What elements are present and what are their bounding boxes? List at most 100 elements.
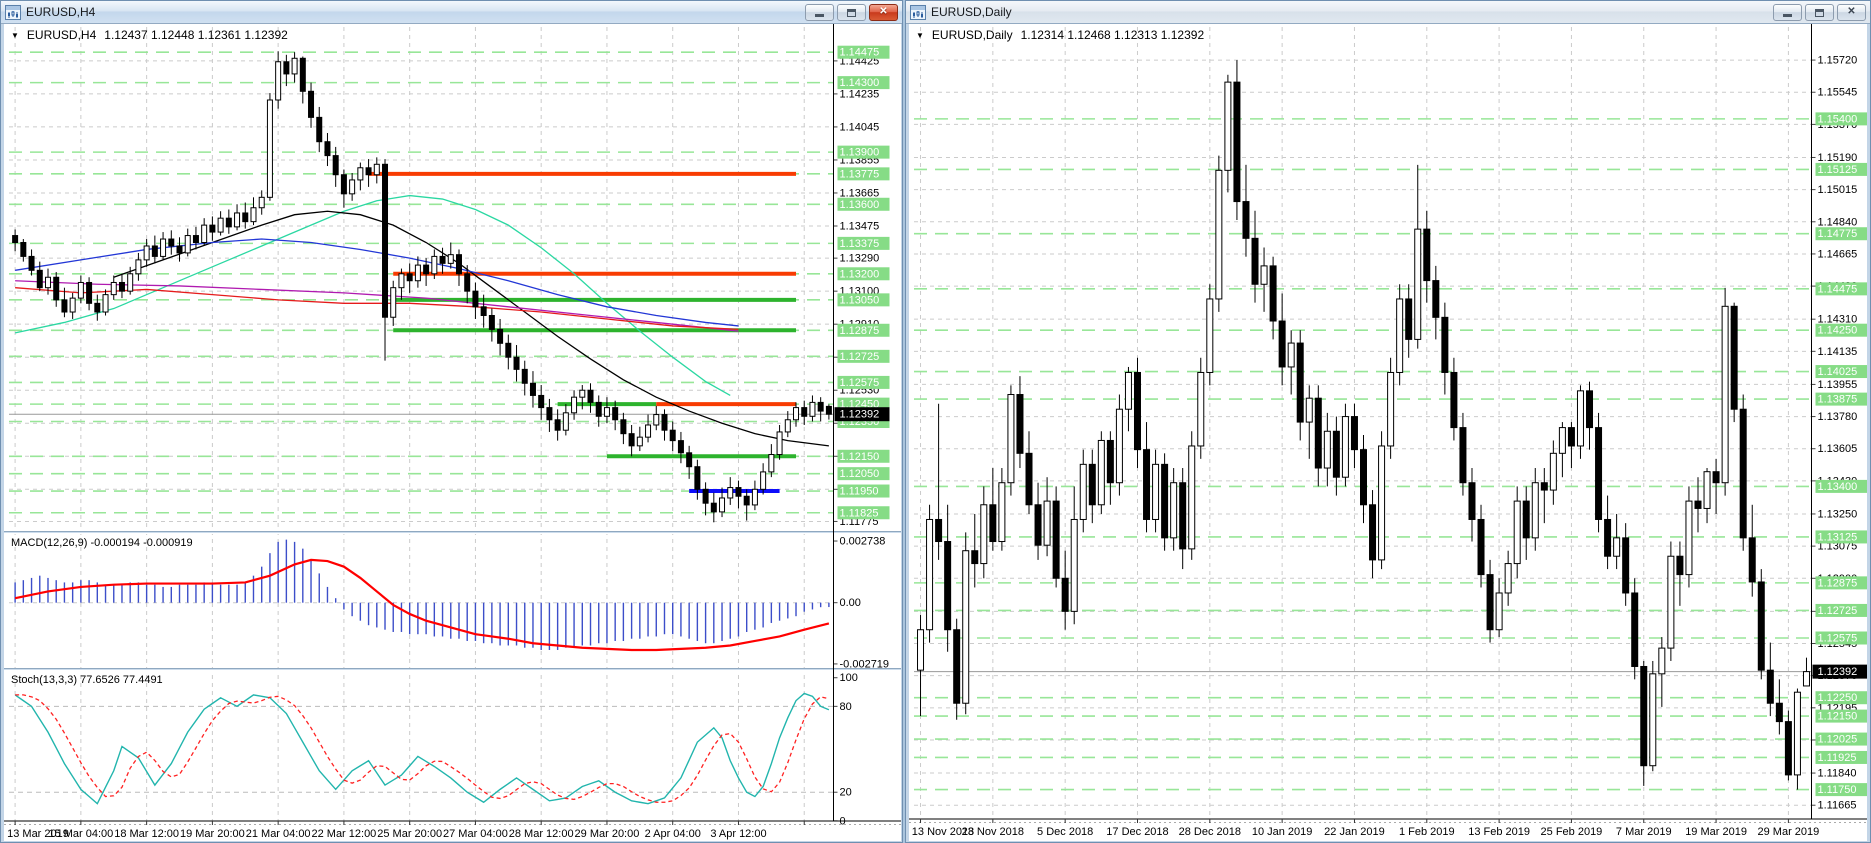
svg-text:29 Mar 2019: 29 Mar 2019 — [1758, 826, 1820, 838]
svg-text:1.14840: 1.14840 — [1818, 216, 1858, 228]
close-button[interactable]: ✕ — [869, 4, 898, 21]
svg-text:1.15125: 1.15125 — [1818, 164, 1858, 176]
svg-text:1.12575: 1.12575 — [1818, 632, 1858, 644]
stoch-axis: 10080200 — [834, 672, 858, 827]
svg-text:1.12875: 1.12875 — [1818, 577, 1858, 589]
candles — [13, 51, 832, 522]
svg-text:1.13125: 1.13125 — [1818, 531, 1858, 543]
svg-text:1.13775: 1.13775 — [840, 168, 880, 180]
svg-text:1.12025: 1.12025 — [1818, 734, 1858, 746]
time-axis: 13 Nov 201823 Nov 20185 Dec 201817 Dec 2… — [909, 819, 1867, 838]
time-axis: 13 Mar 201915 Mar 04:0018 Mar 12:0019 Ma… — [4, 821, 901, 840]
svg-text:1.15400: 1.15400 — [1818, 113, 1858, 125]
svg-text:21 Mar 04:00: 21 Mar 04:00 — [246, 828, 311, 840]
price-gridlines — [914, 60, 1811, 805]
svg-text:1.13875: 1.13875 — [1818, 394, 1858, 406]
stoch-d-line — [15, 695, 829, 802]
window-titlebar[interactable]: EURUSD,Daily ✕ — [906, 1, 1870, 24]
svg-text:1.14300: 1.14300 — [840, 77, 880, 89]
svg-text:1.14250: 1.14250 — [1818, 325, 1858, 337]
svg-text:18 Mar 12:00: 18 Mar 12:00 — [114, 828, 179, 840]
svg-text:1.12575: 1.12575 — [840, 377, 880, 389]
svg-text:1.12150: 1.12150 — [1818, 711, 1858, 723]
svg-text:25 Feb 2019: 25 Feb 2019 — [1541, 826, 1603, 838]
svg-text:1.13600: 1.13600 — [840, 199, 880, 211]
svg-text:1.12725: 1.12725 — [840, 351, 880, 363]
svg-text:13 Feb 2019: 13 Feb 2019 — [1468, 826, 1530, 838]
svg-text:1.12392: 1.12392 — [1818, 666, 1858, 678]
svg-text:1.13250: 1.13250 — [1818, 508, 1858, 520]
svg-text:1.13475: 1.13475 — [840, 220, 880, 232]
svg-text:1.13955: 1.13955 — [1818, 379, 1858, 391]
svg-text:23 Nov 2018: 23 Nov 2018 — [962, 826, 1024, 838]
svg-text:1.11840: 1.11840 — [1818, 768, 1857, 780]
svg-text:1.14475: 1.14475 — [1818, 283, 1858, 295]
price-axis: 1.144251.142351.140451.138551.136651.134… — [834, 46, 890, 528]
window-title: EURUSD,Daily — [931, 5, 1012, 19]
svg-text:1.11825: 1.11825 — [840, 507, 879, 519]
moving-averages — [15, 196, 829, 446]
svg-text:28 Mar 12:00: 28 Mar 12:00 — [509, 828, 574, 840]
svg-text:27 Mar 04:00: 27 Mar 04:00 — [443, 828, 508, 840]
svg-text:1.14135: 1.14135 — [1818, 346, 1858, 358]
svg-text:5 Dec 2018: 5 Dec 2018 — [1037, 826, 1093, 838]
svg-text:1.13665: 1.13665 — [840, 187, 880, 199]
svg-text:1.13900: 1.13900 — [840, 147, 880, 159]
macd-histogram — [15, 540, 829, 650]
svg-text:1.12250: 1.12250 — [1818, 692, 1858, 704]
svg-text:15 Mar 04:00: 15 Mar 04:00 — [48, 828, 113, 840]
svg-text:1.11750: 1.11750 — [1818, 784, 1857, 796]
svg-text:1.12875: 1.12875 — [840, 325, 880, 337]
svg-text:10 Jan 2019: 10 Jan 2019 — [1252, 826, 1313, 838]
svg-text:22 Mar 12:00: 22 Mar 12:00 — [311, 828, 376, 840]
window-titlebar[interactable]: EURUSD,H4 ✕ — [1, 1, 902, 24]
stochastic-pane: 10080200 — [9, 672, 858, 827]
svg-text:1 Feb 2019: 1 Feb 2019 — [1399, 826, 1455, 838]
macd-pane: 0.0027380.00-0.002719 — [9, 536, 889, 671]
svg-text:17 Dec 2018: 17 Dec 2018 — [1106, 826, 1168, 838]
svg-text:28 Dec 2018: 28 Dec 2018 — [1179, 826, 1241, 838]
svg-text:1.15015: 1.15015 — [1818, 184, 1858, 196]
stoch-k-line — [15, 693, 829, 803]
svg-text:19 Mar 2019: 19 Mar 2019 — [1685, 826, 1747, 838]
svg-text:100: 100 — [840, 672, 858, 684]
svg-text:1.12392: 1.12392 — [840, 409, 880, 421]
svg-text:19 Mar 20:00: 19 Mar 20:00 — [180, 828, 245, 840]
restore-button[interactable] — [1805, 4, 1834, 21]
price-axis: 1.157201.155451.153701.151901.150151.148… — [1812, 55, 1868, 812]
svg-text:1.15190: 1.15190 — [1818, 152, 1858, 164]
object-level-lines — [369, 174, 796, 491]
svg-text:1.13200: 1.13200 — [840, 268, 880, 280]
chart-window-eurusd-daily[interactable]: EURUSD,Daily ✕ 1.157201.155451.153701.15… — [905, 0, 1871, 843]
svg-text:1.13605: 1.13605 — [1818, 443, 1858, 455]
pane-separator — [4, 668, 901, 671]
svg-text:1.14665: 1.14665 — [1818, 248, 1858, 260]
svg-text:29 Mar 20:00: 29 Mar 20:00 — [575, 828, 640, 840]
svg-text:1.13375: 1.13375 — [840, 238, 880, 250]
chart-window-eurusd-h4[interactable]: EURUSD,H4 ✕ 0.0027380.00-0.0027191008020… — [0, 0, 903, 843]
svg-text:1.12725: 1.12725 — [1818, 605, 1858, 617]
svg-text:80: 80 — [840, 701, 852, 713]
svg-text:1.13050: 1.13050 — [840, 294, 880, 306]
svg-text:1.11665: 1.11665 — [1818, 800, 1857, 812]
svg-text:2 Apr 04:00: 2 Apr 04:00 — [645, 828, 701, 840]
minimize-button[interactable] — [1773, 4, 1802, 21]
macd-axis: 0.0027380.00-0.002719 — [834, 536, 890, 671]
macd-signal-line — [15, 560, 829, 650]
chart-canvas-daily[interactable]: 1.157201.155451.153701.151901.150151.148… — [909, 24, 1867, 841]
chart-icon — [910, 5, 926, 20]
pane-separator — [4, 531, 901, 534]
svg-text:1.14045: 1.14045 — [840, 121, 880, 133]
svg-text:1.12050: 1.12050 — [840, 468, 880, 480]
svg-text:1.12150: 1.12150 — [840, 451, 880, 463]
svg-text:7 Mar 2019: 7 Mar 2019 — [1616, 826, 1672, 838]
close-button[interactable]: ✕ — [1837, 4, 1866, 21]
restore-button[interactable] — [837, 4, 866, 21]
svg-text:1.15545: 1.15545 — [1818, 87, 1858, 99]
svg-text:1.14235: 1.14235 — [840, 88, 880, 100]
svg-text:1.13290: 1.13290 — [840, 253, 880, 265]
chart-canvas-h4[interactable]: 0.0027380.00-0.002719100802001.144251.14… — [4, 24, 901, 841]
svg-text:1.13780: 1.13780 — [1818, 411, 1858, 423]
svg-text:1.11950: 1.11950 — [840, 486, 879, 498]
minimize-button[interactable] — [805, 4, 834, 21]
